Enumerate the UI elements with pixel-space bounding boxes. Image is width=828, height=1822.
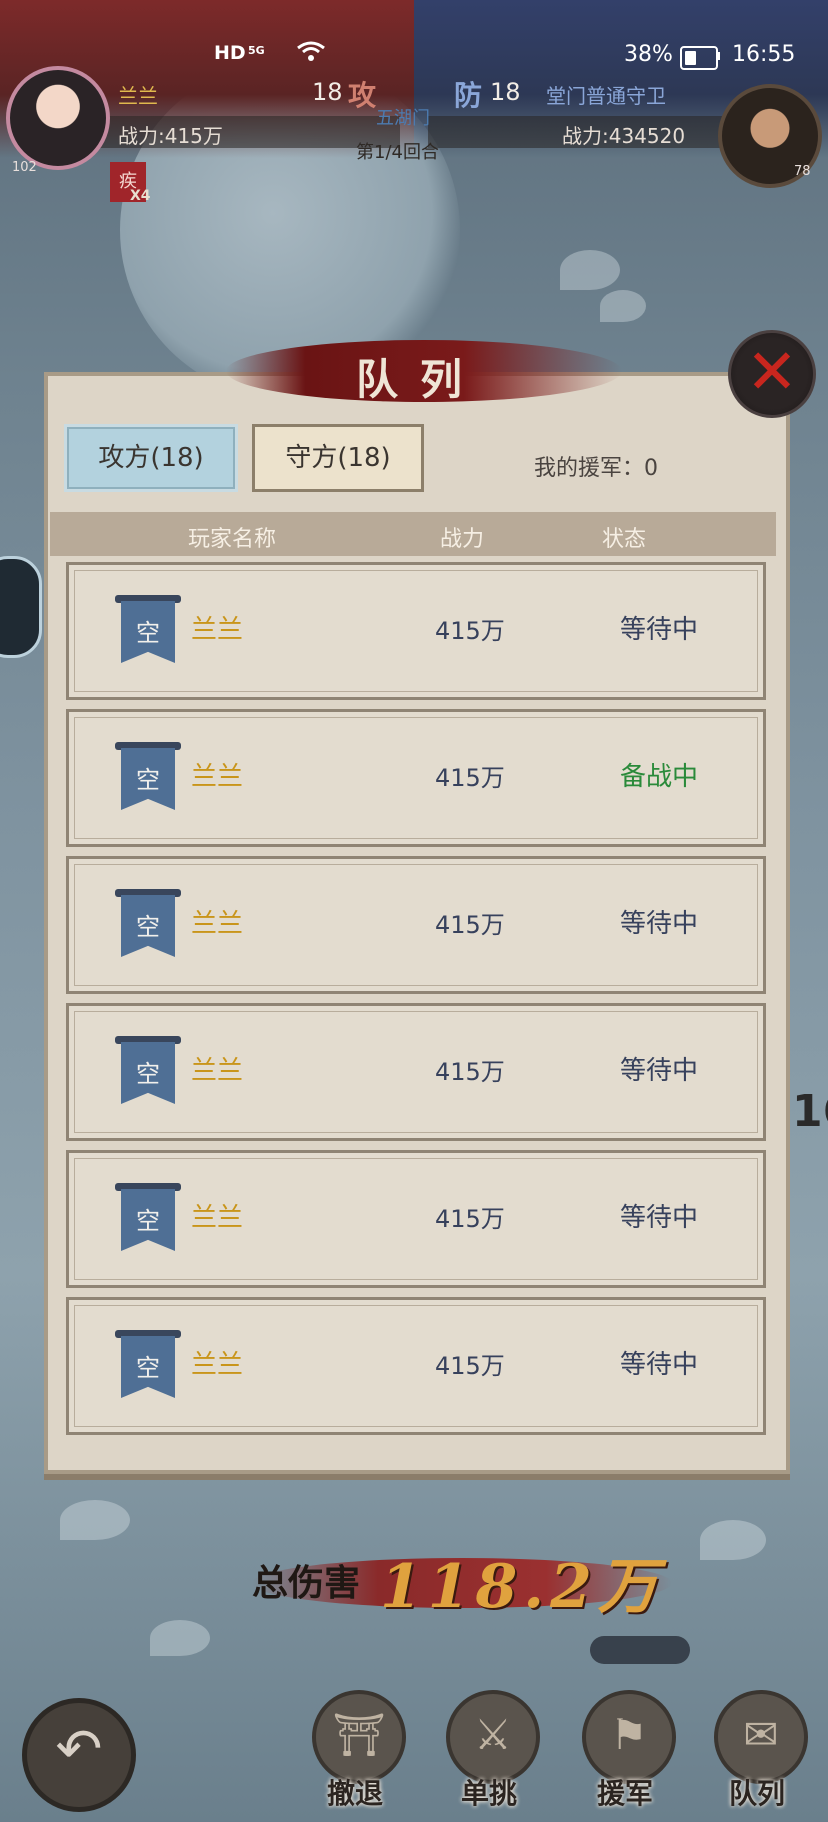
player-power: 415万 [435, 764, 505, 792]
leaf-decoration [600, 290, 646, 322]
banner-text: 空 [136, 1207, 160, 1235]
close-button[interactable]: ✕ [728, 330, 816, 418]
player-name: 兰兰 [191, 762, 244, 792]
table-row[interactable]: 空 兰兰 415万 等待中 [66, 1150, 766, 1288]
scroll-icon: ✉ [714, 1690, 808, 1784]
guild-banner-icon: 空 [115, 742, 181, 812]
side-mark: 16 [792, 1086, 828, 1137]
player-status: 备战中 [619, 762, 698, 792]
player-power: 415万 [435, 911, 505, 939]
total-damage-label: 总伤害 [252, 1562, 361, 1604]
duel-icon: ⚔ [446, 1690, 540, 1784]
defense-label: 防 [454, 79, 483, 112]
defender-level: 78 [794, 164, 811, 179]
table-row[interactable]: 空 兰兰 415万 等待中 [66, 1003, 766, 1141]
sect-name: 五湖门 [376, 108, 430, 129]
panel-title: 队列 [355, 355, 484, 404]
duel-label: 单挑 [460, 1777, 517, 1810]
side-pet-tab[interactable] [0, 556, 42, 658]
attack-count: 18 [312, 78, 343, 106]
attack-label: 攻 [348, 79, 377, 112]
player-status: 等待中 [619, 1056, 698, 1086]
total-damage-value: 118.2万 [380, 1552, 664, 1622]
back-button[interactable]: ↶ [22, 1698, 136, 1812]
col-status: 状态 [602, 527, 647, 552]
player-name: 兰兰 [191, 909, 244, 939]
battery-percent: 38% [624, 42, 673, 67]
guild-banner-icon: 空 [115, 889, 181, 959]
defender-power: 战力:434520 [562, 124, 686, 148]
banner-text: 空 [136, 913, 160, 941]
table-row[interactable]: 空 兰兰 415万 备战中 [66, 709, 766, 847]
buff-count: X4 [130, 188, 151, 204]
banner-text: 空 [136, 1354, 160, 1382]
player-power: 415万 [435, 1205, 505, 1233]
player-status: 等待中 [619, 615, 698, 645]
player-name: 兰兰 [191, 1056, 244, 1086]
signal-indicator: 5G [248, 44, 265, 57]
flag-indicator [590, 1636, 690, 1664]
round-counter: 第1/4回合 [356, 142, 439, 163]
reinforcement-icon: ⚑ [582, 1690, 676, 1784]
banner-text: 空 [136, 1060, 160, 1088]
column-header: 玩家名称 战力 状态 [50, 512, 776, 556]
system-status-bar: HD 5G 38% 16:55 [0, 0, 828, 70]
close-icon: ✕ [746, 335, 798, 408]
defender-name: 堂门普通守卫 [546, 84, 666, 108]
player-status: 等待中 [619, 1350, 698, 1380]
attacker-name: 兰兰 [118, 84, 158, 108]
player-name: 兰兰 [191, 1203, 244, 1233]
queue-button[interactable]: ✉ 队列 [702, 1690, 812, 1810]
attacker-avatar[interactable] [6, 66, 110, 170]
player-status: 等待中 [619, 1203, 698, 1233]
table-row[interactable]: 空 兰兰 415万 等待中 [66, 856, 766, 994]
attacker-level: 102 [12, 160, 37, 175]
col-power: 战力 [440, 527, 485, 552]
guild-banner-icon: 空 [115, 1330, 181, 1400]
battery-icon [680, 46, 718, 70]
tab-attack[interactable]: 攻方(18) [64, 424, 238, 492]
leaf-decoration [150, 1620, 210, 1656]
reinforcement-button[interactable]: ⚑ 援军 [570, 1690, 680, 1810]
queue-label: 队列 [728, 1777, 785, 1810]
leaf-decoration [700, 1520, 766, 1560]
my-reinforcement: 我的援军：0 [534, 456, 658, 481]
back-arrow-icon: ↶ [55, 1717, 103, 1782]
player-name: 兰兰 [191, 615, 244, 645]
banner-text: 空 [136, 619, 160, 647]
guild-banner-icon: 空 [115, 1183, 181, 1253]
wifi-icon [296, 40, 326, 68]
leaf-decoration [60, 1500, 130, 1540]
table-row[interactable]: 空 兰兰 415万 等待中 [66, 562, 766, 700]
defense-count: 18 [490, 78, 521, 106]
gate-icon: ⛩ [312, 1690, 406, 1784]
player-power: 415万 [435, 617, 505, 645]
retreat-button[interactable]: ⛩ 撤退 [300, 1690, 410, 1810]
clock: 16:55 [732, 42, 796, 67]
tab-defend[interactable]: 守方(18) [252, 424, 424, 492]
battery-tip [717, 52, 720, 60]
retreat-label: 撤退 [326, 1777, 383, 1810]
attacker-power: 战力:415万 [118, 124, 223, 148]
player-power: 415万 [435, 1058, 505, 1086]
banner-text: 空 [136, 766, 160, 794]
player-power: 415万 [435, 1352, 505, 1380]
leaf-decoration [560, 250, 620, 290]
guild-banner-icon: 空 [115, 1036, 181, 1106]
player-status: 等待中 [619, 909, 698, 939]
player-name: 兰兰 [191, 1350, 244, 1380]
col-player-name: 玩家名称 [188, 527, 277, 552]
guild-banner-icon: 空 [115, 595, 181, 665]
table-row[interactable]: 空 兰兰 415万 等待中 [66, 1297, 766, 1435]
duel-button[interactable]: ⚔ 单挑 [434, 1690, 544, 1810]
reinforcement-label: 援军 [596, 1777, 653, 1810]
hd-indicator: HD [214, 42, 246, 64]
